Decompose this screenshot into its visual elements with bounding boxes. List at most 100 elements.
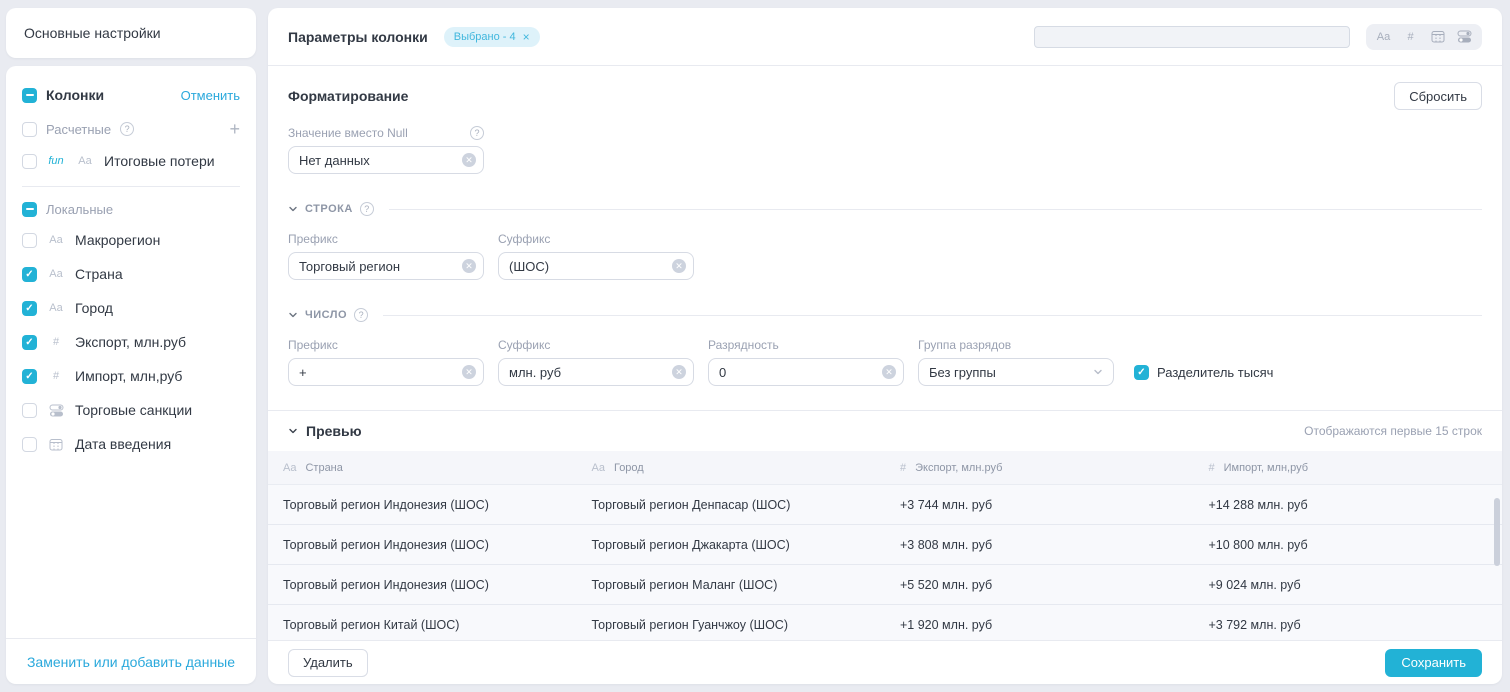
clear-icon[interactable]: ✕ [462,259,476,273]
main-settings-card[interactable]: Основные настройки [6,8,256,58]
toggle-icon[interactable] [1451,26,1478,48]
badge-label: Выбрано - 4 [454,31,516,43]
number-type-icon: # [1209,462,1215,474]
item-label: Импорт, млн,руб [75,368,182,384]
cell-country: Торговый регион Индонезия (ШОС) [268,565,577,604]
thousands-separator-option[interactable]: Разделитель тысяч [1134,358,1273,386]
text-type-filter-button[interactable]: Aa [1370,26,1397,48]
sidebar-item-eksport[interactable]: # Экспорт, млн.руб [22,325,240,359]
formatting-title: Форматирование [288,88,408,104]
save-button[interactable]: Сохранить [1385,649,1482,677]
calculated-checkbox[interactable] [22,122,37,137]
calendar-icon[interactable] [1424,26,1451,48]
thousands-separator-checkbox[interactable] [1134,365,1149,380]
columns-panel: Колонки Отменить Расчетные ? + fun Aa Ит… [6,66,256,684]
columns-checkbox[interactable] [22,88,37,103]
chevron-down-icon [1093,367,1103,377]
clear-icon[interactable]: ✕ [672,365,686,379]
sidebar-item-gorod[interactable]: Aa Город [22,291,240,325]
sidebar-item-data-vvedeniya[interactable]: Дата введения [22,427,240,461]
divider [22,186,240,187]
chevron-down-icon[interactable] [288,426,298,436]
scrollbar-thumb[interactable] [1494,498,1500,566]
string-prefix-input[interactable] [288,252,484,280]
column-parameters-panel: Параметры колонки Выбрано - 4 × Aa # [268,8,1502,684]
cell-city: Торговый регион Джакарта (ШОС) [577,525,886,564]
panel-footer: Удалить Сохранить [268,640,1502,684]
digit-group-value: Без группы [929,365,996,380]
calendar-icon [46,438,66,451]
panel-header: Параметры колонки Выбрано - 4 × Aa # [268,8,1502,66]
sidebar-item-makroregion[interactable]: Aa Макрорегион [22,223,240,257]
string-prefix-label: Префикс [288,232,338,246]
null-value-label: Значение вместо Null [288,126,408,140]
item-checkbox[interactable] [22,301,37,316]
delete-button[interactable]: Удалить [288,649,368,677]
item-checkbox[interactable] [22,369,37,384]
number-section-title: ЧИСЛО [305,309,347,321]
item-label: Дата введения [75,436,171,452]
clear-icon[interactable]: ✕ [882,365,896,379]
item-checkbox[interactable] [22,267,37,282]
help-icon[interactable]: ? [470,126,484,140]
table-row: Торговый регион Индонезия (ШОС) Торговый… [268,485,1502,525]
divider [389,209,1482,210]
cell-import: +10 800 млн. руб [1194,525,1503,564]
column-header: Экспорт, млн.руб [915,462,1002,474]
preview-section: Превью Отображаются первые 15 строк AaСт… [268,410,1502,640]
badge-close-icon[interactable]: × [523,31,530,43]
number-prefix-input[interactable] [288,358,484,386]
digit-group-select[interactable]: Без группы [918,358,1114,386]
precision-input[interactable] [708,358,904,386]
sidebar-item-import[interactable]: # Импорт, млн,руб [22,359,240,393]
column-header: Страна [305,462,342,474]
clear-icon[interactable]: ✕ [672,259,686,273]
cell-export: +5 520 млн. руб [885,565,1194,604]
function-icon: fun [46,155,66,167]
local-label: Локальные [46,202,113,217]
help-icon[interactable]: ? [120,122,134,136]
cancel-link[interactable]: Отменить [181,88,240,103]
preview-title: Превью [306,423,362,439]
sidebar-item-torgovye-sankcii[interactable]: Торговые санкции [22,393,240,427]
item-label: Страна [75,266,123,282]
help-icon[interactable]: ? [360,202,374,216]
sidebar-item-itogovye-poteri[interactable]: fun Aa Итоговые потери [22,144,240,178]
number-type-filter-button[interactable]: # [1397,26,1424,48]
column-header: Город [614,462,644,474]
number-type-icon: # [46,336,66,348]
string-suffix-input[interactable] [498,252,694,280]
local-checkbox[interactable] [22,202,37,217]
table-row: Торговый регион Китай (ШОС) Торговый рег… [268,605,1502,640]
column-header: Импорт, млн,руб [1224,462,1308,474]
divider [383,315,1482,316]
help-icon[interactable]: ? [354,308,368,322]
main-settings-label: Основные настройки [24,25,161,41]
search-input[interactable] [1034,26,1350,48]
null-value-input[interactable] [288,146,484,174]
text-type-icon: Aa [75,155,95,167]
table-header-row: AaСтрана AaГород #Экспорт, млн.руб #Импо… [268,451,1502,485]
item-checkbox[interactable] [22,437,37,452]
string-suffix-label: Суффикс [498,232,550,246]
chevron-down-icon[interactable] [288,310,298,320]
preview-note: Отображаются первые 15 строк [1304,424,1482,438]
number-suffix-input[interactable] [498,358,694,386]
number-suffix-label: Суффикс [498,338,550,352]
clear-icon[interactable]: ✕ [462,153,476,167]
item-checkbox[interactable] [22,335,37,350]
string-section-title: СТРОКА [305,203,353,215]
replace-or-add-data-link[interactable]: Заменить или добавить данные [27,654,235,670]
cell-export: +1 920 млн. руб [885,605,1194,640]
cell-export: +3 744 млн. руб [885,485,1194,524]
item-checkbox[interactable] [22,233,37,248]
sidebar-item-strana[interactable]: Aa Страна [22,257,240,291]
add-calculated-button plus-icon[interactable]: + [229,120,240,138]
clear-icon[interactable]: ✕ [462,365,476,379]
chevron-down-icon[interactable] [288,204,298,214]
item-checkbox[interactable] [22,154,37,169]
item-checkbox[interactable] [22,403,37,418]
reset-button[interactable]: Сбросить [1394,82,1482,110]
thousands-separator-label: Разделитель тысяч [1157,365,1273,380]
preview-table: AaСтрана AaГород #Экспорт, млн.руб #Импо… [268,451,1502,640]
